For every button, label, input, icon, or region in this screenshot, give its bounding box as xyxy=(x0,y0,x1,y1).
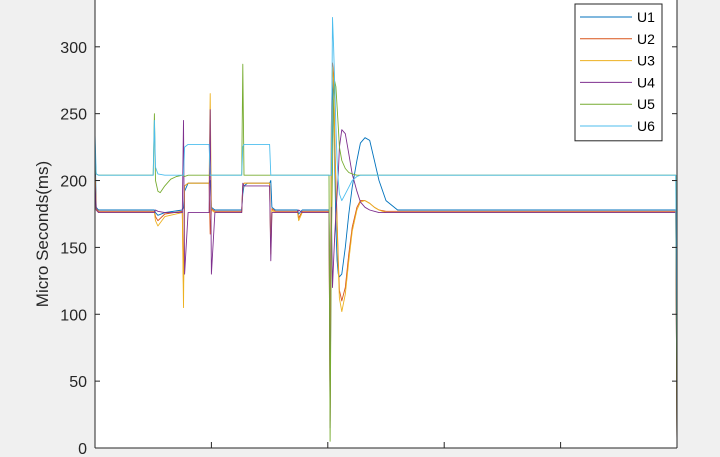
y-tick-label: 50 xyxy=(69,374,87,391)
legend-label-u3: U3 xyxy=(637,53,655,69)
y-tick-label: 300 xyxy=(60,40,87,57)
y-tick-label: 150 xyxy=(60,240,87,257)
y-tick-label: 0 xyxy=(78,441,87,457)
legend-label-u1: U1 xyxy=(637,9,655,25)
y-axis-label: Micro Seconds(ms) xyxy=(33,161,52,307)
legend-label-u5: U5 xyxy=(637,96,655,112)
legend: U1 U2 U3 U4 U5 U6 xyxy=(574,3,663,142)
legend-label-u4: U4 xyxy=(637,74,655,90)
legend-label-u6: U6 xyxy=(637,118,655,134)
legend-label-u2: U2 xyxy=(637,31,655,47)
line-chart: 050100150200250300 Micro Seconds(ms) U1U… xyxy=(33,0,678,457)
y-tick-label: 200 xyxy=(60,174,87,191)
y-tick-label: 100 xyxy=(60,307,87,324)
y-tick-label: 250 xyxy=(60,107,87,124)
figure: 0 50 100 150 200 250 300 Micro Seconds(ms) U1 U… xyxy=(0,0,720,457)
